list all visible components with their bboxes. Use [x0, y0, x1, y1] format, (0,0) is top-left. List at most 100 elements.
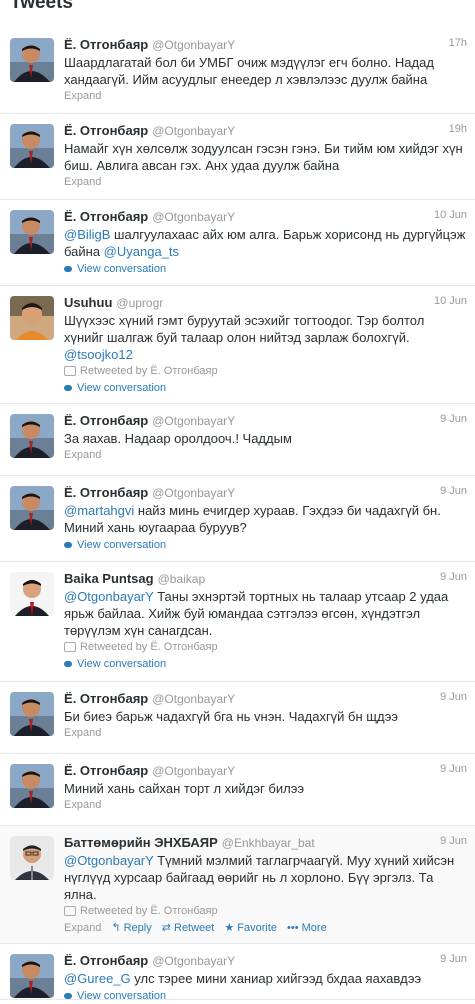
- conversation-icon: [64, 385, 72, 392]
- mention-link[interactable]: @martahgvi: [64, 503, 134, 518]
- more-label: More: [301, 922, 327, 934]
- expand-link[interactable]: Expand: [64, 175, 467, 190]
- tweet-timestamp[interactable]: 9 Jun: [440, 763, 467, 775]
- avatar[interactable]: [10, 836, 54, 880]
- tweet-author-handle[interactable]: @baikap: [158, 572, 206, 586]
- expand-link[interactable]: Expand: [64, 726, 467, 741]
- expand-link[interactable]: Expand: [64, 448, 467, 463]
- tweet-timestamp[interactable]: 19h: [449, 123, 467, 135]
- retweet-button[interactable]: ⇄ Retweet: [162, 922, 215, 934]
- tweet-timestamp[interactable]: 10 Jun: [434, 295, 467, 307]
- tweet-text-segment: Намайг хүн хөлсөлж зодуулсан гэсэн гэнэ.…: [64, 141, 463, 173]
- expand-link[interactable]: Expand: [64, 798, 467, 813]
- tweet-item[interactable]: Ё. Отгонбаяр @OtgonbayarY 9 Jun @martahgvi …: [0, 476, 475, 562]
- tweet-item[interactable]: Ё. Отгонбаяр @OtgonbayarY 9 Jun Би биеэ бар…: [0, 682, 475, 754]
- mention-link[interactable]: @OtgonbayarY: [64, 589, 154, 604]
- tweet-timestamp[interactable]: 9 Jun: [440, 691, 467, 703]
- view-conversation-label: View conversation: [77, 990, 167, 1002]
- avatar[interactable]: [10, 954, 54, 998]
- tweet-timestamp[interactable]: 9 Jun: [440, 413, 467, 425]
- tweet-author-name[interactable]: Ё. Отгонбаяр: [64, 413, 148, 428]
- avatar[interactable]: [10, 692, 54, 736]
- tweet-item[interactable]: Ё. Отгонбаяр @OtgonbayarY 19h Намайг хүн хө…: [0, 114, 475, 200]
- tweet-author-handle[interactable]: @Enkhbayar_bat: [222, 836, 315, 850]
- mention-link[interactable]: @tsoojko12: [64, 347, 133, 362]
- view-conversation-link[interactable]: View conversation: [64, 989, 467, 1004]
- tweet-text: @OtgonbayarY Таны эхнэртэй тортных нь та…: [64, 588, 467, 639]
- retweeted-by-label[interactable]: Retweeted by Ё. Отгонбаяр: [80, 641, 218, 653]
- tweet-item[interactable]: Ё. Отгонбаяр @OtgonbayarY 9 Jun Миний хань …: [0, 754, 475, 826]
- favorite-button[interactable]: ★ Favorite: [224, 922, 277, 934]
- tweet-item[interactable]: Ё. Отгонбаяр @OtgonbayarY 10 Jun @BiligB ша…: [0, 200, 475, 286]
- tweet-author-name[interactable]: Baika Puntsag: [64, 571, 154, 586]
- avatar[interactable]: [10, 414, 54, 458]
- mention-link[interactable]: @BiligB: [64, 227, 110, 242]
- tweet-text: @BiligB шалгуулахаас айх юм алга. Барьж …: [64, 226, 467, 260]
- expand-link[interactable]: Expand: [64, 922, 101, 934]
- tweet-timestamp[interactable]: 9 Jun: [440, 571, 467, 583]
- tweet-author-handle[interactable]: @OtgonbayarY: [152, 486, 235, 500]
- retweeted-by: Retweeted by Ё. Отгонбаяр: [64, 904, 467, 919]
- tweet-item[interactable]: Usuhuu @uprogr 10 Jun Шүүхээс хүний гэмт бу…: [0, 286, 475, 404]
- tweet-text: Шүүхээс хүний гэмт буруутай эсэхийг тогт…: [64, 312, 467, 363]
- more-button[interactable]: ••• More: [287, 922, 327, 934]
- tweet-author-handle[interactable]: @uprogr: [116, 296, 163, 310]
- tweet-author-handle[interactable]: @OtgonbayarY: [152, 954, 235, 968]
- tweet-author-name[interactable]: Ё. Отгонбаяр: [64, 37, 148, 52]
- tweet-item[interactable]: Ё. Отгонбаяр @OtgonbayarY 9 Jun За яахав. Н…: [0, 404, 475, 476]
- view-conversation-link[interactable]: View conversation: [64, 538, 467, 553]
- mention-link[interactable]: @Guree_G: [64, 971, 131, 986]
- tweet-timestamp[interactable]: 9 Jun: [440, 953, 467, 965]
- avatar[interactable]: [10, 296, 54, 340]
- tweet-author-name[interactable]: Ё. Отгонбаяр: [64, 485, 148, 500]
- expand-link[interactable]: Expand: [64, 89, 467, 104]
- tweet-author-name[interactable]: Ё. Отгонбаяр: [64, 691, 148, 706]
- retweet-icon: [64, 906, 76, 917]
- avatar[interactable]: [10, 38, 54, 82]
- view-conversation-link[interactable]: View conversation: [64, 657, 467, 672]
- tweet-author-handle[interactable]: @OtgonbayarY: [152, 210, 235, 224]
- view-conversation-link[interactable]: View conversation: [64, 381, 467, 396]
- tweet-author-name[interactable]: Ё. Отгонбаяр: [64, 763, 148, 778]
- tweet-text-segment: Шүүхээс хүний гэмт буруутай эсэхийг тогт…: [64, 313, 425, 345]
- tweet-author-handle[interactable]: @OtgonbayarY: [152, 414, 235, 428]
- reply-button[interactable]: ↰ Reply: [111, 922, 151, 934]
- view-conversation-label: View conversation: [77, 658, 167, 670]
- tweet-actions: Expand ↰ Reply ⇄ Retweet ★ Favorite ••• More: [64, 921, 467, 936]
- tweet-author-name[interactable]: Usuhuu: [64, 295, 112, 310]
- tweet-item[interactable]: Баттөмөрийн ЭНХБАЯР @Enkhbayar_bat 9 Jun @O…: [0, 826, 475, 944]
- avatar[interactable]: [10, 486, 54, 530]
- tweet-author-name[interactable]: Баттөмөрийн ЭНХБАЯР: [64, 835, 218, 850]
- tweet-item[interactable]: Ё. Отгонбаяр @OtgonbayarY 17h Шаардлагатай …: [0, 28, 475, 114]
- avatar[interactable]: [10, 210, 54, 254]
- view-conversation-label: View conversation: [77, 263, 167, 275]
- tweet-timestamp[interactable]: 9 Jun: [440, 485, 467, 497]
- retweet-icon: ⇄: [161, 922, 174, 934]
- tweet-timestamp[interactable]: 10 Jun: [434, 209, 467, 221]
- page-title: Tweets: [10, 0, 74, 13]
- tweet-author-name[interactable]: Ё. Отгонбаяр: [64, 123, 148, 138]
- more-icon: •••: [287, 922, 302, 934]
- tweet-author-handle[interactable]: @OtgonbayarY: [152, 124, 235, 138]
- retweet-icon: [64, 642, 76, 653]
- mention-link[interactable]: @Uyanga_ts: [104, 244, 179, 259]
- retweeted-by-label[interactable]: Retweeted by Ё. Отгонбаяр: [80, 365, 218, 377]
- mention-link[interactable]: @OtgonbayarY: [64, 853, 154, 868]
- retweeted-by: Retweeted by Ё. Отгонбаяр: [64, 640, 467, 655]
- tweet-author-name[interactable]: Ё. Отгонбаяр: [64, 953, 148, 968]
- tweet-author-name[interactable]: Ё. Отгонбаяр: [64, 209, 148, 224]
- tweet-item[interactable]: Baika Puntsag @baikap 9 Jun @OtgonbayarY Та…: [0, 562, 475, 682]
- tweet-item[interactable]: Ё. Отгонбаяр @OtgonbayarY 9 Jun @Guree_G ул…: [0, 944, 475, 1002]
- tweet-timestamp[interactable]: 9 Jun: [440, 835, 467, 847]
- retweet-label: Retweet: [174, 922, 215, 934]
- retweeted-by-label[interactable]: Retweeted by Ё. Отгонбаяр: [80, 905, 218, 917]
- tweet-text: Миний хань сайхан торт л хийдэг билээ: [64, 780, 467, 797]
- tweet-author-handle[interactable]: @OtgonbayarY: [152, 38, 235, 52]
- view-conversation-link[interactable]: View conversation: [64, 262, 467, 277]
- avatar[interactable]: [10, 124, 54, 168]
- avatar[interactable]: [10, 572, 54, 616]
- avatar[interactable]: [10, 764, 54, 808]
- tweet-timestamp[interactable]: 17h: [449, 37, 467, 49]
- tweet-author-handle[interactable]: @OtgonbayarY: [152, 692, 235, 706]
- tweet-author-handle[interactable]: @OtgonbayarY: [152, 764, 235, 778]
